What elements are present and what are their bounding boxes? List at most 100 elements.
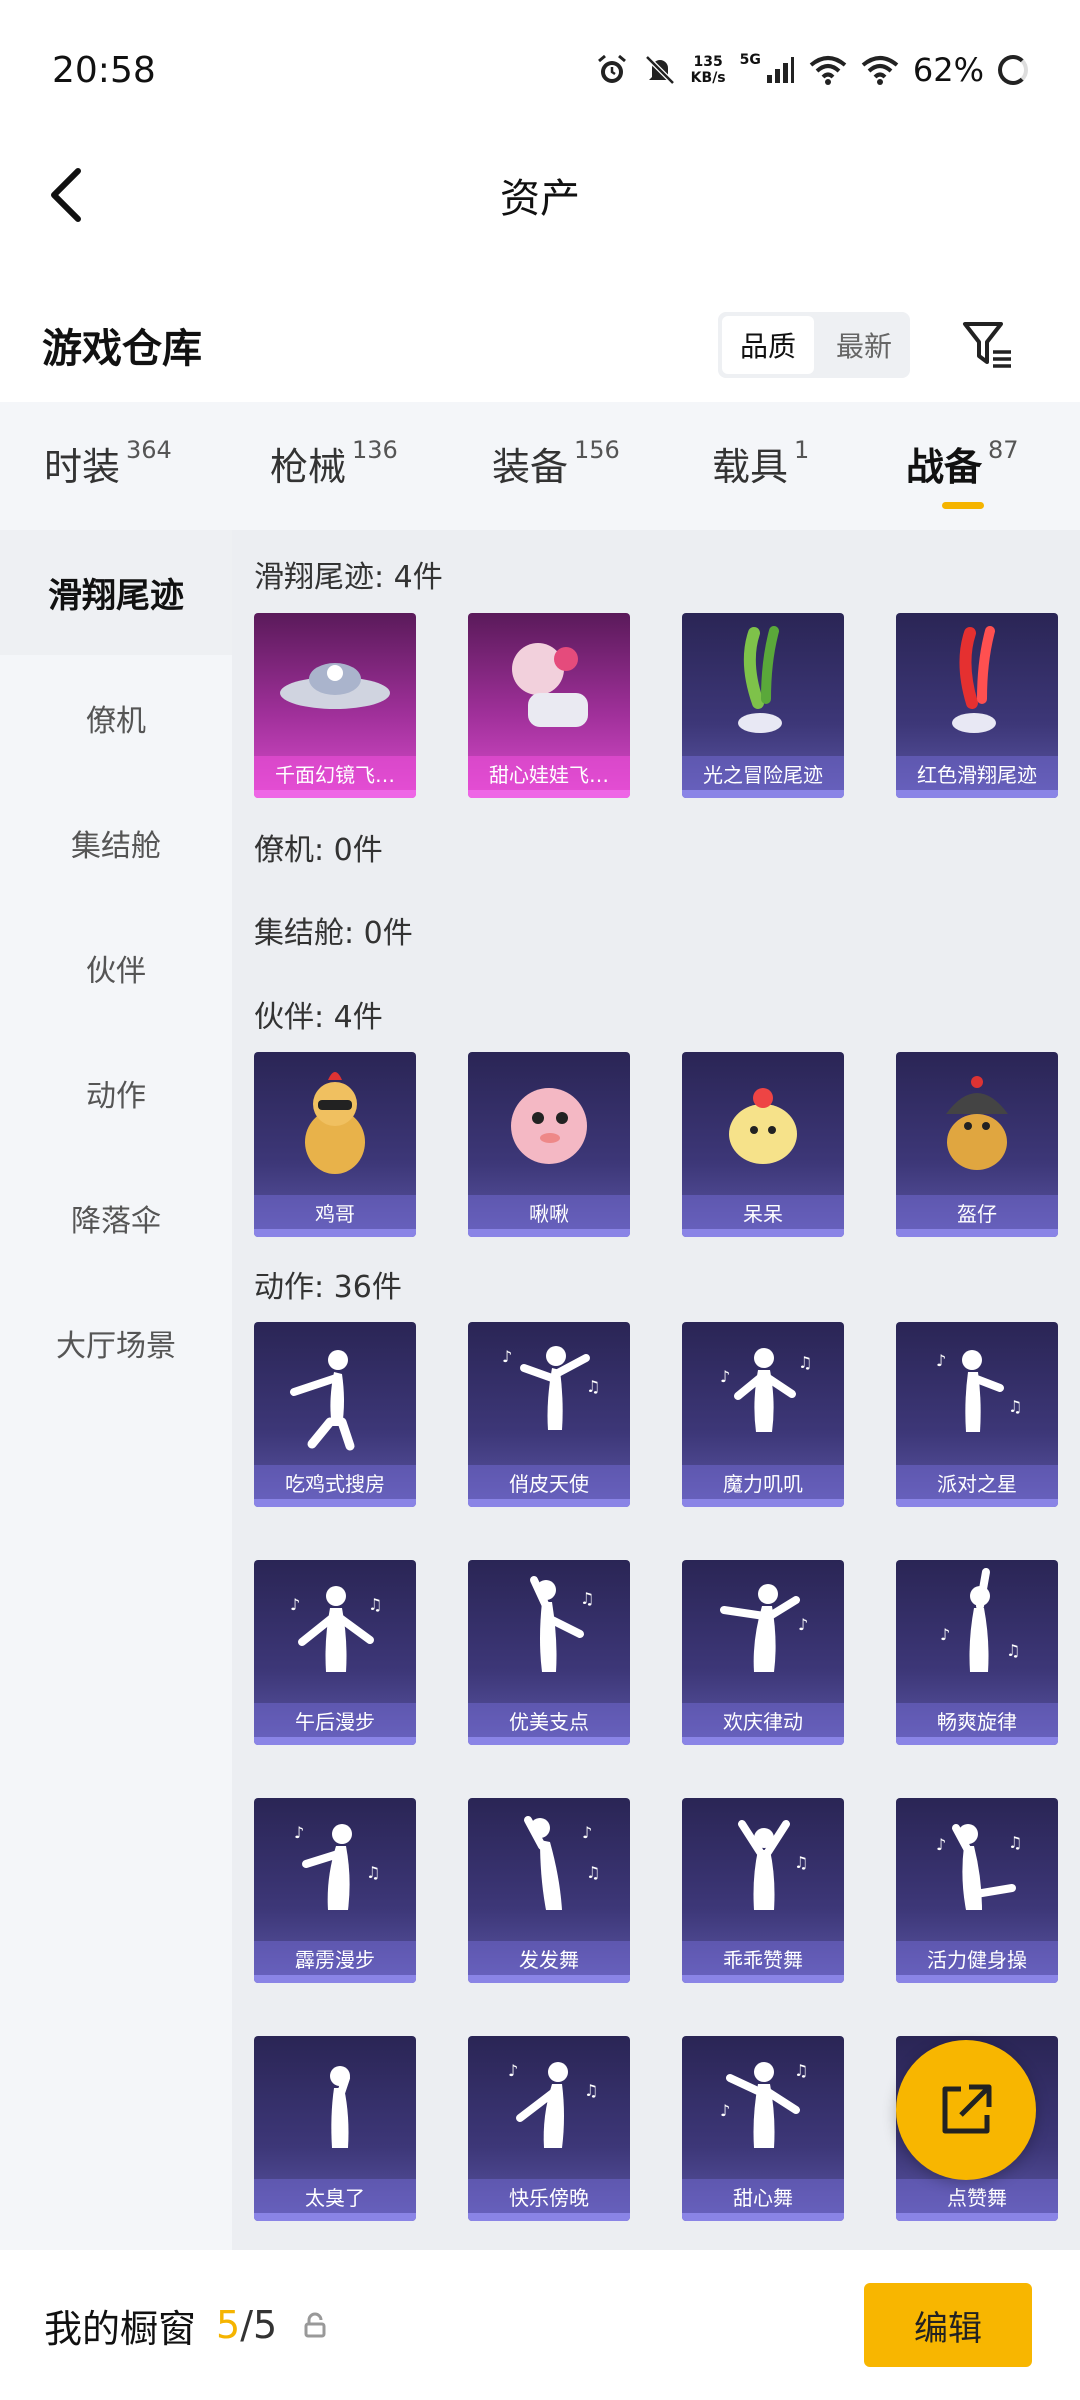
sub-category-sidebar: 滑翔尾迹 僚机 集结舱 伙伴 动作 降落伞 大厅场景 bbox=[0, 530, 232, 2250]
section-title-emote: 动作: 36件 bbox=[254, 1270, 402, 1305]
item-tile[interactable]: 甜心娃娃飞… bbox=[468, 613, 630, 798]
wifi-icon-2 bbox=[861, 56, 899, 85]
item-tile[interactable]: ♪ ♫ 活力健身操 bbox=[896, 1798, 1058, 1983]
showcase-count: 5/5 bbox=[216, 2303, 278, 2347]
external-link-icon bbox=[942, 2084, 992, 2134]
dancer-icon: ♪♫ bbox=[524, 1816, 600, 1910]
item-tile[interactable]: ♫ 乖乖赞舞 bbox=[682, 1798, 844, 1983]
section-title-glide: 滑翔尾迹: 4件 bbox=[254, 560, 443, 595]
item-tile[interactable]: ♪ ♫ 魔力叽叽 bbox=[682, 1322, 844, 1507]
item-tile[interactable]: 吃鸡式搜房 bbox=[254, 1322, 416, 1507]
mute-icon bbox=[644, 55, 675, 85]
item-tile[interactable]: 千面幻镜飞… bbox=[254, 613, 416, 798]
sort-newest[interactable]: 最新 bbox=[818, 312, 910, 378]
dancer-icon: ♪♫ bbox=[294, 1823, 380, 1910]
dancer-icon: ♪♫ bbox=[290, 1586, 382, 1672]
svg-text:♪: ♪ bbox=[502, 1347, 512, 1366]
item-tile[interactable]: ♪ ♫ 俏皮天使 bbox=[468, 1322, 630, 1507]
item-tile[interactable]: ♪ ♫ 发发舞 bbox=[468, 1798, 630, 1983]
signal-icon bbox=[766, 57, 794, 83]
filter-button[interactable] bbox=[958, 315, 1018, 375]
showcase-label: 我的橱窗 bbox=[44, 2306, 197, 2351]
svg-text:♪: ♪ bbox=[720, 2101, 730, 2120]
share-floating-button[interactable] bbox=[896, 2040, 1036, 2180]
section-title-pod: 集结舱: 0件 bbox=[254, 916, 413, 951]
item-tile[interactable]: 鸡哥 bbox=[254, 1052, 416, 1237]
battery-percent: 62% bbox=[912, 51, 984, 89]
tab-equipment[interactable]: 装备 156 bbox=[492, 436, 712, 496]
dancer-icon bbox=[330, 2066, 350, 2148]
chevron-left-icon bbox=[51, 168, 81, 222]
item-tile[interactable]: 太臭了 bbox=[254, 2036, 416, 2221]
status-bar: 20:58 135 KB/s 5G 62% bbox=[0, 0, 1080, 140]
svg-text:♪: ♪ bbox=[720, 1367, 730, 1386]
dancer-icon: ♪♫ bbox=[720, 2061, 808, 2148]
item-tile[interactable]: 光之冒险尾迹 bbox=[682, 613, 844, 798]
warehouse-title: 游戏仓库 bbox=[42, 326, 202, 372]
filter-icon bbox=[963, 322, 1011, 368]
lock-icon bbox=[304, 2312, 326, 2338]
dancer-icon: ♪♫ bbox=[936, 1824, 1022, 1910]
ufo-icon bbox=[280, 663, 390, 709]
sidebar-item-assembly-pod[interactable]: 集结舱 bbox=[0, 780, 232, 905]
page-title: 资产 bbox=[500, 176, 580, 222]
svg-text:♫: ♫ bbox=[366, 1863, 380, 1882]
back-button[interactable] bbox=[36, 158, 96, 232]
svg-text:♫: ♫ bbox=[580, 1589, 594, 1608]
sidebar-item-lobby-scene[interactable]: 大厅场景 bbox=[0, 1280, 232, 1405]
svg-text:♫: ♫ bbox=[586, 1863, 600, 1882]
section-title-wingman: 僚机: 0件 bbox=[254, 833, 383, 868]
svg-text:♫: ♫ bbox=[1006, 1641, 1020, 1660]
tab-vehicle[interactable]: 载具 1 bbox=[712, 436, 906, 496]
svg-text:♪: ♪ bbox=[508, 2061, 518, 2080]
dancer-icon: ♪♫ bbox=[940, 1568, 1020, 1672]
item-tile[interactable]: 啾啾 bbox=[468, 1052, 630, 1237]
item-tile[interactable]: ♪ ♫ 畅爽旋律 bbox=[896, 1560, 1058, 1745]
dancer-icon: ♪ bbox=[720, 1584, 808, 1672]
svg-text:♫: ♫ bbox=[1008, 1397, 1022, 1416]
tab-fashion[interactable]: 时装 364 bbox=[44, 436, 270, 496]
svg-text:♪: ♪ bbox=[940, 1625, 950, 1644]
sort-quality[interactable]: 品质 bbox=[721, 316, 814, 374]
battery-icon bbox=[998, 55, 1028, 85]
network-type: 5G bbox=[739, 52, 761, 68]
sidebar-item-glide-trail[interactable]: 滑翔尾迹 bbox=[0, 530, 232, 655]
item-tile[interactable]: 盔仔 bbox=[896, 1052, 1058, 1237]
svg-text:♫: ♫ bbox=[584, 2081, 598, 2100]
svg-text:♪: ♪ bbox=[798, 1615, 808, 1634]
edit-button[interactable]: 编辑 bbox=[864, 2283, 1032, 2367]
sidebar-item-parachute[interactable]: 降落伞 bbox=[0, 1155, 232, 1280]
svg-text:♫: ♫ bbox=[794, 2061, 808, 2080]
status-icons: 135 KB/s 5G 62% bbox=[595, 51, 1028, 89]
sidebar-item-emote[interactable]: 动作 bbox=[0, 1030, 232, 1155]
svg-text:♫: ♫ bbox=[1008, 1833, 1022, 1852]
sidebar-item-partner[interactable]: 伙伴 bbox=[0, 905, 232, 1030]
item-tile[interactable]: ♪ ♫ 午后漫步 bbox=[254, 1560, 416, 1745]
svg-text:♪: ♪ bbox=[294, 1823, 304, 1842]
sidebar-item-wingman[interactable]: 僚机 bbox=[0, 655, 232, 780]
item-tile[interactable]: ♪ ♫ 快乐傍晚 bbox=[468, 2036, 630, 2221]
tab-combat-gear[interactable]: 战备 87 bbox=[906, 436, 1036, 509]
showcase-bar: 我的橱窗 5/5 编辑 bbox=[0, 2250, 1080, 2400]
yellow-chick-partner-icon bbox=[729, 1088, 797, 1164]
item-tile[interactable]: ♪ ♫ 甜心舞 bbox=[682, 2036, 844, 2221]
dancer-icon: ♪♫ bbox=[502, 1346, 600, 1430]
tab-guns[interactable]: 枪械 136 bbox=[270, 436, 492, 496]
alarm-icon bbox=[597, 54, 626, 83]
item-tile[interactable]: ♪ 欢庆律动 bbox=[682, 1560, 844, 1745]
pink-bird-partner-icon bbox=[511, 1088, 587, 1164]
svg-text:♫: ♫ bbox=[368, 1595, 382, 1614]
item-tile[interactable]: ♪ ♫ 霹雳漫步 bbox=[254, 1798, 416, 1983]
item-tile[interactable]: ♫ 优美支点 bbox=[468, 1560, 630, 1745]
dancer-icon: ♫ bbox=[738, 1820, 808, 1910]
item-tile[interactable]: 呆呆 bbox=[682, 1052, 844, 1237]
warehouse-row: 游戏仓库 品质 最新 bbox=[0, 290, 1080, 400]
helmet-chick-partner-icon bbox=[946, 1076, 1008, 1170]
section-title-partner: 伙伴: 4件 bbox=[254, 1000, 383, 1035]
green-smoke-icon bbox=[738, 626, 782, 733]
dancer-icon: ♫ bbox=[530, 1576, 594, 1672]
doll-icon bbox=[512, 643, 588, 727]
dancer-icon bbox=[290, 1350, 355, 1451]
item-tile[interactable]: 红色滑翔尾迹 bbox=[896, 613, 1058, 798]
item-tile[interactable]: ♪ ♫ 派对之星 bbox=[896, 1322, 1058, 1507]
